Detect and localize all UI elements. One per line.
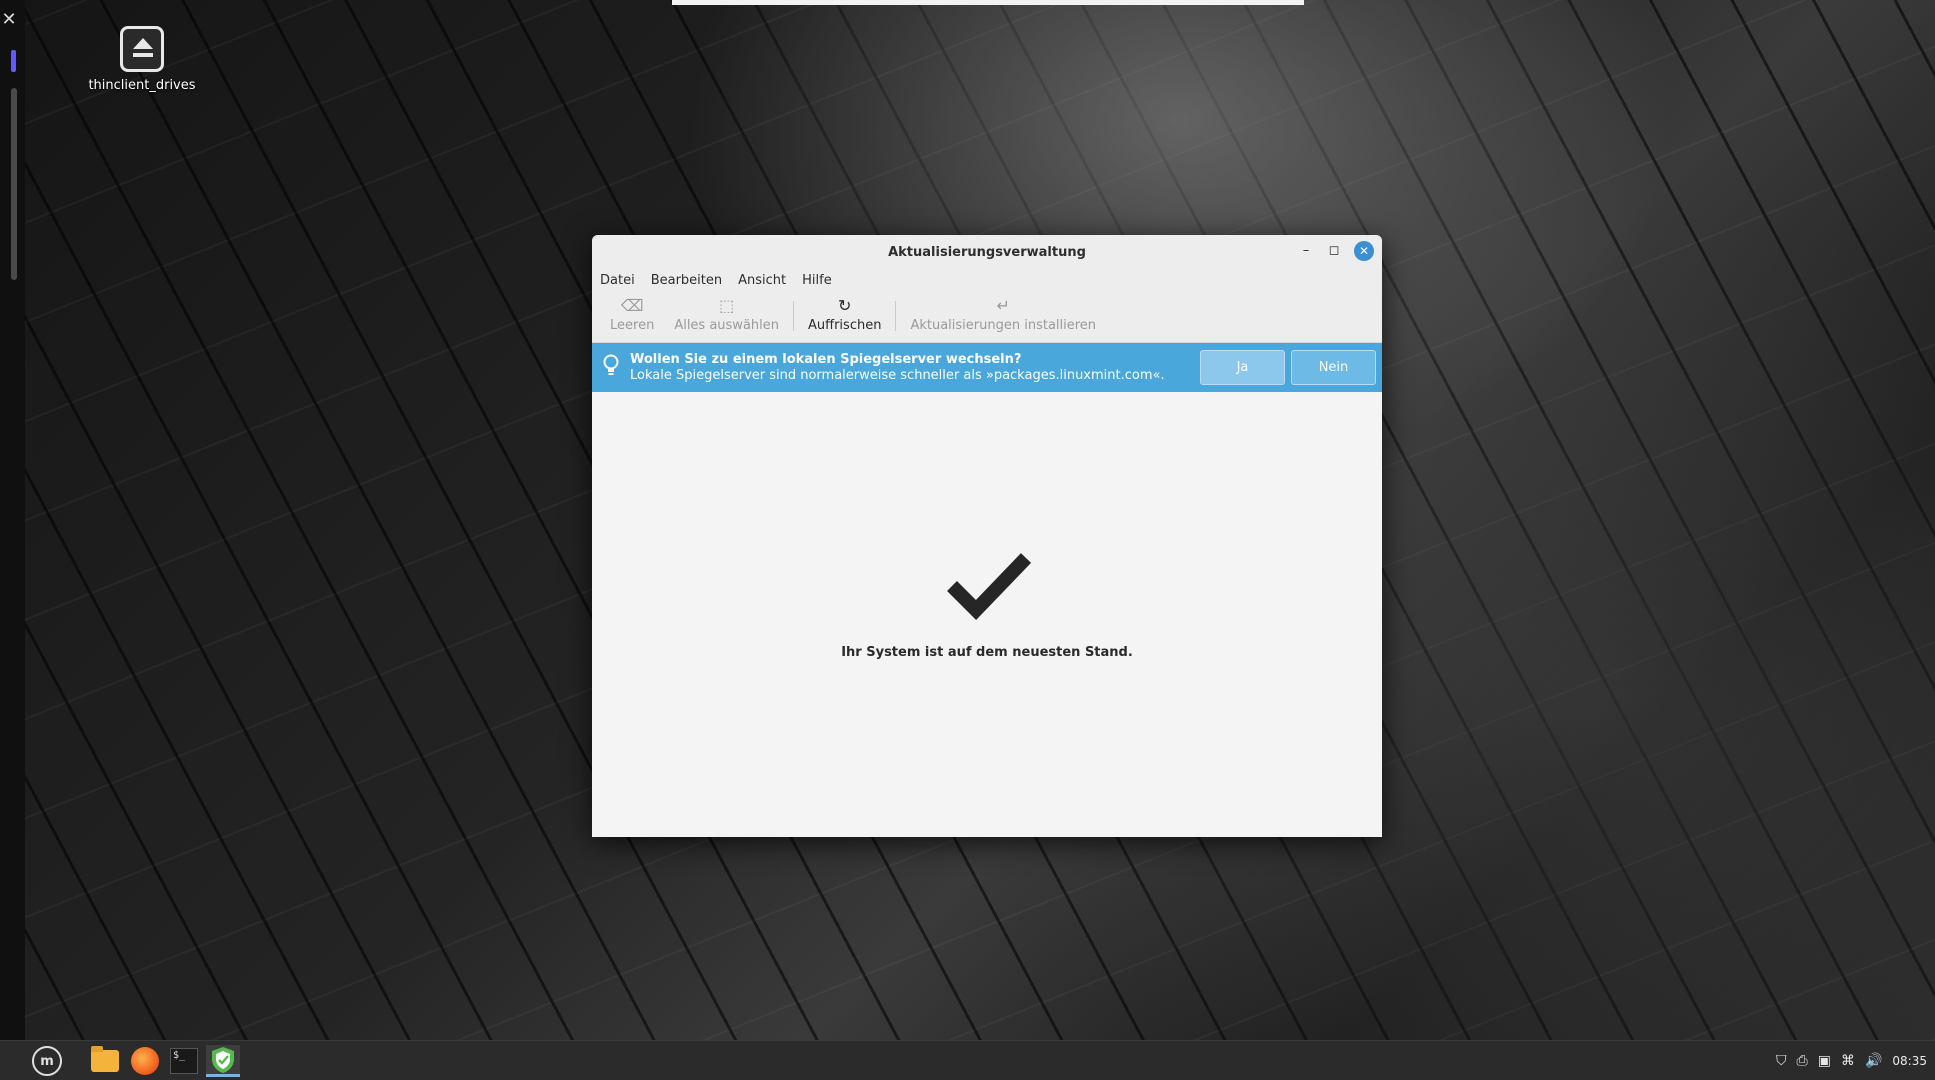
menubar: Datei Bearbeiten Ansicht Hilfe <box>592 267 1382 293</box>
start-menu-button[interactable]: m <box>30 1045 64 1077</box>
eject-drive-icon <box>120 26 164 72</box>
checkmark-icon <box>947 553 1032 620</box>
content-area: Ihr System ist auf dem neuesten Stand. <box>592 392 1382 837</box>
menu-bearbeiten[interactable]: Bearbeiten <box>651 273 722 288</box>
refresh-icon: ↻ <box>838 296 852 315</box>
system-tray: ⛉ ⎙ ▣ ⌘ 🔊 08:35 <box>1776 1041 1927 1080</box>
no-button[interactable]: Nein <box>1291 350 1376 385</box>
toolbar-separator <box>895 301 897 331</box>
update-manager-window: Aktualisierungsverwaltung – ◻ ✕ Datei Be… <box>592 235 1382 837</box>
folder-icon <box>91 1046 119 1072</box>
install-updates-label: Aktualisierungen installieren <box>910 318 1097 333</box>
left-scrollbar[interactable] <box>11 88 17 280</box>
desktop-icon-thinclient-drives[interactable]: thinclient_drives <box>82 26 202 93</box>
lightbulb-icon <box>592 354 630 382</box>
select-all-label: Alles auswählen <box>674 318 779 333</box>
mirror-infobar: Wollen Sie zu einem lokalen Spiegelserve… <box>592 343 1382 392</box>
volume-icon[interactable]: 🔊 <box>1865 1053 1882 1069</box>
printer-icon[interactable]: ⎙ <box>1797 1053 1808 1069</box>
infobar-detail: Lokale Spiegelserver sind normalerweise … <box>630 367 1165 383</box>
shield-icon <box>212 1046 234 1073</box>
select-all-button[interactable]: ⬚ Alles auswählen <box>664 293 789 341</box>
menu-ansicht[interactable]: Ansicht <box>738 273 786 288</box>
close-window-icon[interactable]: ✕ <box>1354 241 1374 261</box>
toolbar-separator <box>793 301 794 331</box>
yes-button[interactable]: Ja <box>1200 350 1285 385</box>
backspace-icon: ⌫ <box>620 296 644 315</box>
window-title: Aktualisierungsverwaltung <box>888 245 1086 260</box>
clear-button[interactable]: ⌫ Leeren <box>600 293 664 341</box>
maximize-icon[interactable]: ◻ <box>1324 241 1344 261</box>
firefox-icon <box>131 1047 159 1075</box>
left-panel: ✕ <box>0 0 25 1040</box>
active-indicator <box>11 50 16 72</box>
linux-mint-logo-icon: m <box>32 1046 62 1076</box>
taskbar: m $_ ⛉ ⎙ ▣ ⌘ 🔊 08:35 <box>0 1040 1935 1080</box>
terminal-icon: $_ <box>170 1048 198 1074</box>
clock[interactable]: 08:35 <box>1892 1054 1927 1068</box>
terminal-launcher[interactable]: $_ <box>167 1045 201 1077</box>
status-message: Ihr System ist auf dem neuesten Stand. <box>841 645 1133 660</box>
minimize-icon[interactable]: – <box>1296 241 1316 261</box>
update-manager-task[interactable] <box>206 1045 240 1077</box>
firefox-launcher[interactable] <box>128 1045 162 1077</box>
close-icon[interactable]: ✕ <box>0 8 18 32</box>
select-all-icon: ⬚ <box>719 296 735 315</box>
window-titlebar[interactable]: Aktualisierungsverwaltung – ◻ ✕ <box>592 235 1382 267</box>
drive-icon[interactable]: ▣ <box>1818 1053 1831 1069</box>
enter-arrow-icon: ↵ <box>996 296 1010 315</box>
top-edge-bar <box>672 0 1304 5</box>
files-launcher[interactable] <box>88 1045 122 1077</box>
clear-label: Leeren <box>610 318 655 333</box>
infobar-headline: Wollen Sie zu einem lokalen Spiegelserve… <box>630 351 1022 367</box>
update-shield-tray-icon[interactable]: ⛉ <box>1776 1053 1787 1069</box>
network-icon[interactable]: ⌘ <box>1841 1053 1855 1069</box>
refresh-label: Auffrischen <box>808 318 882 333</box>
install-updates-button[interactable]: ↵ Aktualisierungen installieren <box>900 293 1106 341</box>
menu-hilfe[interactable]: Hilfe <box>802 273 832 288</box>
menu-datei[interactable]: Datei <box>600 273 635 288</box>
desktop-icon-label: thinclient_drives <box>88 78 196 93</box>
toolbar: ⌫ Leeren ⬚ Alles auswählen ↻ Auffrischen… <box>592 293 1382 343</box>
refresh-button[interactable]: ↻ Auffrischen <box>798 293 891 341</box>
